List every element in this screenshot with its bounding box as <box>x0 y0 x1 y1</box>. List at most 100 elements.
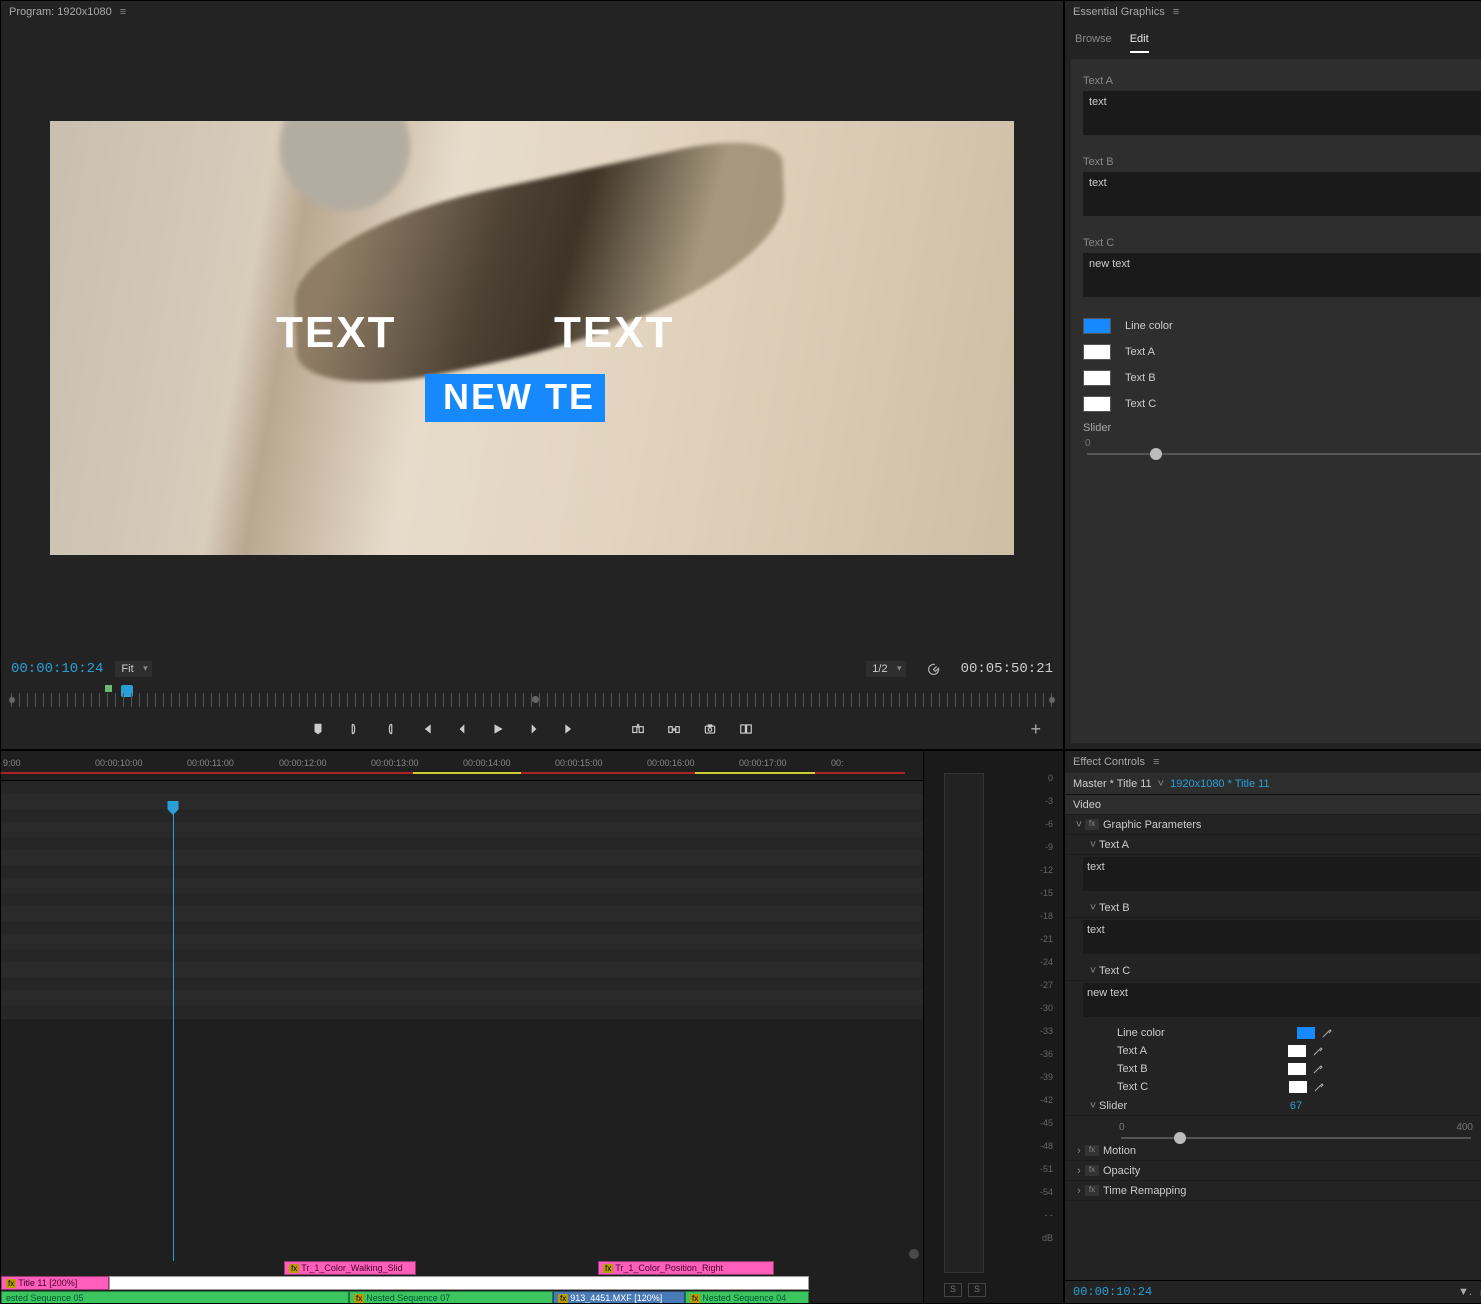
track-row[interactable] <box>1 935 923 949</box>
solo-button-2[interactable]: S <box>968 1283 986 1297</box>
track-row[interactable] <box>1 823 923 837</box>
button-editor-icon[interactable]: + <box>1030 719 1041 740</box>
twirl-icon[interactable]: ˅ <box>1073 819 1085 831</box>
step-forward-button[interactable] <box>524 719 544 739</box>
color-swatch[interactable] <box>1288 1045 1306 1057</box>
go-to-playhead-icon[interactable]: ▸| <box>1475 1286 1481 1299</box>
track-row[interactable] <box>1 837 923 851</box>
eg-slider-track[interactable] <box>1087 453 1481 455</box>
mark-out-button[interactable] <box>380 719 400 739</box>
eg-slider-min: 0 <box>1085 438 1091 449</box>
extract-button[interactable] <box>664 719 684 739</box>
mark-in-button[interactable] <box>344 719 364 739</box>
ec-text-c-input[interactable] <box>1083 983 1481 1017</box>
twirl-icon[interactable]: › <box>1073 1145 1085 1157</box>
timeline-playhead[interactable] <box>173 801 174 1261</box>
eyedropper-icon[interactable] <box>1312 1063 1324 1075</box>
panel-menu-icon[interactable]: ≡ <box>1153 756 1159 768</box>
timeline-clip[interactable]: fxNested Sequence 04 <box>685 1291 809 1303</box>
twirl-icon[interactable]: ˅ <box>1087 1100 1099 1112</box>
track-row[interactable] <box>1 851 923 865</box>
color-swatch[interactable] <box>1083 318 1111 334</box>
eyedropper-icon[interactable] <box>1321 1027 1333 1039</box>
ec-slider-track[interactable] <box>1121 1137 1471 1139</box>
comparison-view-button[interactable] <box>736 719 756 739</box>
lift-button[interactable] <box>628 719 648 739</box>
eyedropper-icon[interactable] <box>1313 1081 1325 1093</box>
timeline-clip[interactable]: fxTr_1_Color_Position_Right <box>598 1261 774 1275</box>
ec-motion: Motion <box>1103 1145 1136 1157</box>
solo-button-1[interactable]: S <box>944 1283 962 1297</box>
fx-badge-icon[interactable]: fx <box>1085 1165 1099 1176</box>
ec-sequence-clip[interactable]: 1920x1080 * Title 11 <box>1170 778 1269 790</box>
fx-badge-icon[interactable]: fx <box>1085 1185 1099 1196</box>
color-swatch[interactable] <box>1083 370 1111 386</box>
track-row[interactable] <box>1 1005 923 1019</box>
tab-browse[interactable]: Browse <box>1075 29 1112 53</box>
marker-icon[interactable] <box>105 685 112 692</box>
color-swatch[interactable] <box>1083 396 1111 412</box>
go-to-in-button[interactable] <box>416 719 436 739</box>
ec-text-a-input[interactable] <box>1083 857 1481 891</box>
timeline-clip[interactable]: ested Sequence 05 <box>1 1291 349 1303</box>
zoom-select[interactable]: Fit <box>115 661 151 677</box>
eg-text-b-input[interactable] <box>1083 172 1481 216</box>
export-frame-button[interactable] <box>700 719 720 739</box>
color-swatch[interactable] <box>1083 344 1111 360</box>
play-button[interactable] <box>488 719 508 739</box>
eg-text-a-input[interactable] <box>1083 91 1481 135</box>
color-swatch[interactable] <box>1289 1081 1307 1093</box>
timeline-clip[interactable]: fx913_4451.MXF [120%] <box>553 1291 685 1303</box>
twirl-icon[interactable]: ˅ <box>1087 965 1099 977</box>
time-ruler[interactable]: 9:0000:00:10:0000:00:11:0000:00:12:0000:… <box>1 751 923 781</box>
tab-edit[interactable]: Edit <box>1130 29 1149 53</box>
go-to-out-button[interactable] <box>560 719 580 739</box>
ec-timecode[interactable]: 00:00:10:24 <box>1073 1285 1152 1299</box>
timeline-clip[interactable]: fxTitle 11 [200%] <box>1 1276 109 1290</box>
timeline-clip[interactable]: fxNested Sequence 07 <box>349 1291 553 1303</box>
track-row[interactable] <box>1 907 923 921</box>
fx-badge-icon[interactable]: fx <box>1085 1145 1099 1156</box>
eg-text-c-input[interactable] <box>1083 253 1481 297</box>
tracks-area[interactable]: fxTr_1_Color_Walking_SlidfxTr_1_Color_Po… <box>1 781 923 1261</box>
track-row[interactable] <box>1 865 923 879</box>
panel-menu-icon[interactable]: ≡ <box>1173 6 1179 18</box>
timecode-out: 00:05:50:21 <box>961 661 1053 677</box>
track-row[interactable] <box>1 781 923 795</box>
track-row[interactable] <box>1 795 923 809</box>
color-swatch[interactable] <box>1297 1027 1315 1039</box>
ec-slider-thumb[interactable] <box>1174 1132 1186 1144</box>
track-row[interactable] <box>1 977 923 991</box>
track-row[interactable] <box>1 963 923 977</box>
quality-select[interactable]: 1/2 <box>866 661 905 677</box>
twirl-icon[interactable]: ˅ <box>1087 839 1099 851</box>
time-label: 00:00:10:00 <box>95 751 187 768</box>
twirl-icon[interactable]: ˅ <box>1087 902 1099 914</box>
color-swatch[interactable] <box>1288 1063 1306 1075</box>
track-row[interactable] <box>1 949 923 963</box>
program-viewer[interactable]: TEXT TEXT NEW TE <box>1 23 1063 653</box>
filter-icon[interactable]: ▼. <box>1455 1286 1475 1298</box>
track-row[interactable] <box>1 809 923 823</box>
track-row[interactable] <box>1 893 923 907</box>
panel-menu-icon[interactable]: ≡ <box>120 6 126 18</box>
track-row[interactable] <box>1 921 923 935</box>
twirl-icon[interactable]: › <box>1073 1165 1085 1177</box>
eg-slider-thumb[interactable] <box>1150 448 1162 460</box>
scrub-bar[interactable] <box>11 685 1053 707</box>
step-back-button[interactable] <box>452 719 472 739</box>
timeline-clip[interactable] <box>109 1276 809 1290</box>
ec-slider-value[interactable]: 67 <box>1290 1100 1302 1112</box>
fx-badge-icon[interactable]: fx <box>1085 819 1099 830</box>
twirl-icon[interactable]: › <box>1073 1185 1085 1197</box>
track-row[interactable] <box>1 991 923 1005</box>
settings-icon[interactable] <box>926 662 941 677</box>
timecode-in[interactable]: 00:00:10:24 <box>11 661 103 677</box>
timeline-main[interactable]: 9:0000:00:10:0000:00:11:0000:00:12:0000:… <box>1 751 923 1303</box>
timeline-clip[interactable]: fxTr_1_Color_Walking_Slid <box>284 1261 416 1275</box>
ec-master-clip[interactable]: Master * Title 11 <box>1073 778 1152 790</box>
ec-text-b-input[interactable] <box>1083 920 1481 954</box>
track-row[interactable] <box>1 879 923 893</box>
eyedropper-icon[interactable] <box>1312 1045 1324 1057</box>
add-marker-button[interactable] <box>308 719 328 739</box>
